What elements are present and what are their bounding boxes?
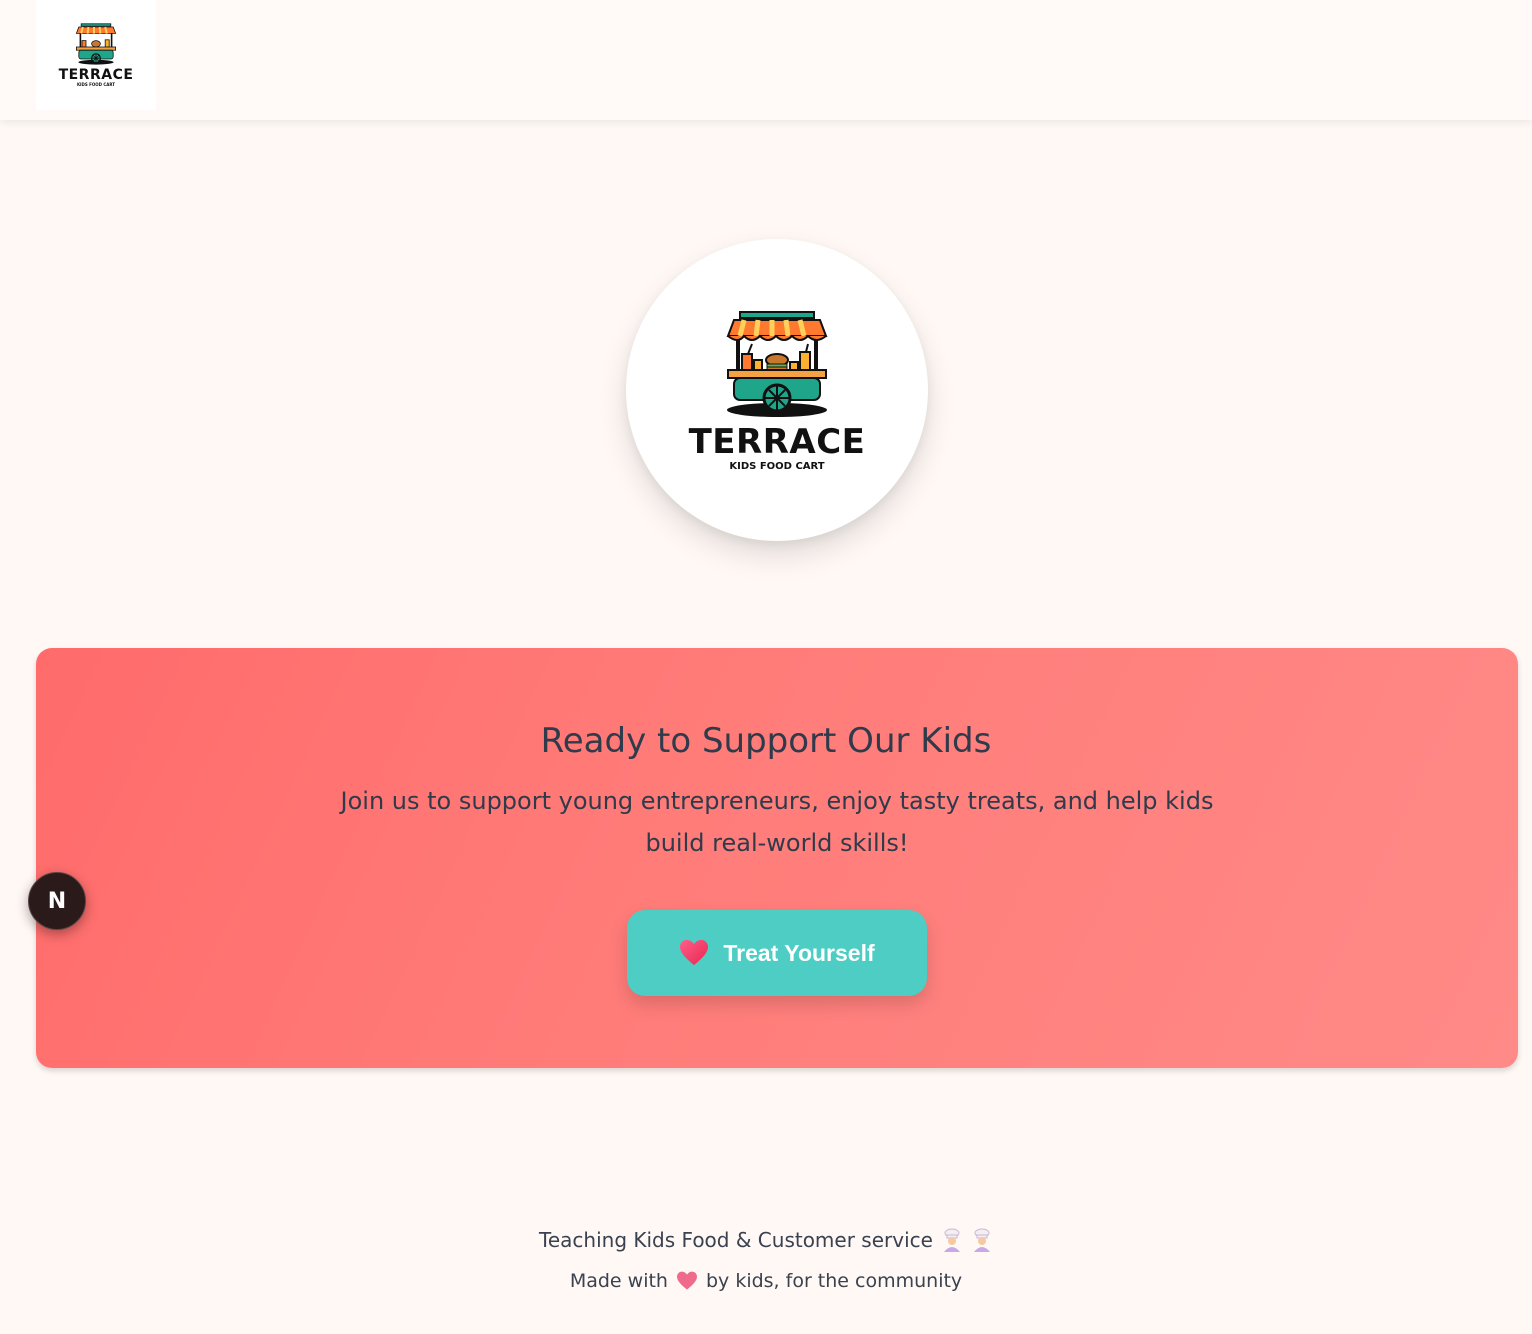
top-header: TERRACE KIDS FOOD CART xyxy=(0,0,1532,120)
heart-icon xyxy=(676,1271,697,1290)
header-logo-inner: TERRACE KIDS FOOD CART xyxy=(59,23,134,87)
footer-tagline-text: Teaching Kids Food & Customer service xyxy=(539,1228,933,1252)
n-badge-button[interactable]: N xyxy=(28,872,86,930)
hero-logo: TERRACE KIDS FOOD CART xyxy=(626,239,928,541)
food-cart-logo-icon xyxy=(75,23,117,65)
heart-icon xyxy=(680,939,709,966)
footer-tagline: Teaching Kids Food & Customer service xyxy=(0,1228,1532,1252)
footer-credit-prefix: Made with xyxy=(569,1270,668,1292)
cta-title: Ready to Support Our Kids xyxy=(540,721,992,761)
hero-logo-wordmark: TERRACE xyxy=(688,421,866,462)
chef-icon xyxy=(943,1228,960,1252)
footer-credit-suffix: by kids, for the community xyxy=(705,1270,963,1292)
footer-credit: Made with by kids, for the community xyxy=(0,1270,1532,1292)
hero-logo-tagline: KIDS FOOD CART xyxy=(729,460,825,472)
header-logo[interactable]: TERRACE KIDS FOOD CART xyxy=(36,0,156,110)
food-cart-logo-icon xyxy=(726,310,828,417)
header-logo-wordmark: TERRACE xyxy=(58,67,134,83)
hero-logo-inner: TERRACE KIDS FOOD CART xyxy=(689,309,866,472)
chef-icon xyxy=(973,1228,990,1252)
treat-yourself-label: Treat Yourself xyxy=(723,939,875,966)
header-logo-tagline: KIDS FOOD CART xyxy=(76,82,116,87)
treat-yourself-button[interactable]: Treat Yourself xyxy=(627,910,927,996)
cta-subtitle: Join us to support young entrepreneurs, … xyxy=(340,787,1214,857)
n-badge-letter: N xyxy=(47,888,67,914)
